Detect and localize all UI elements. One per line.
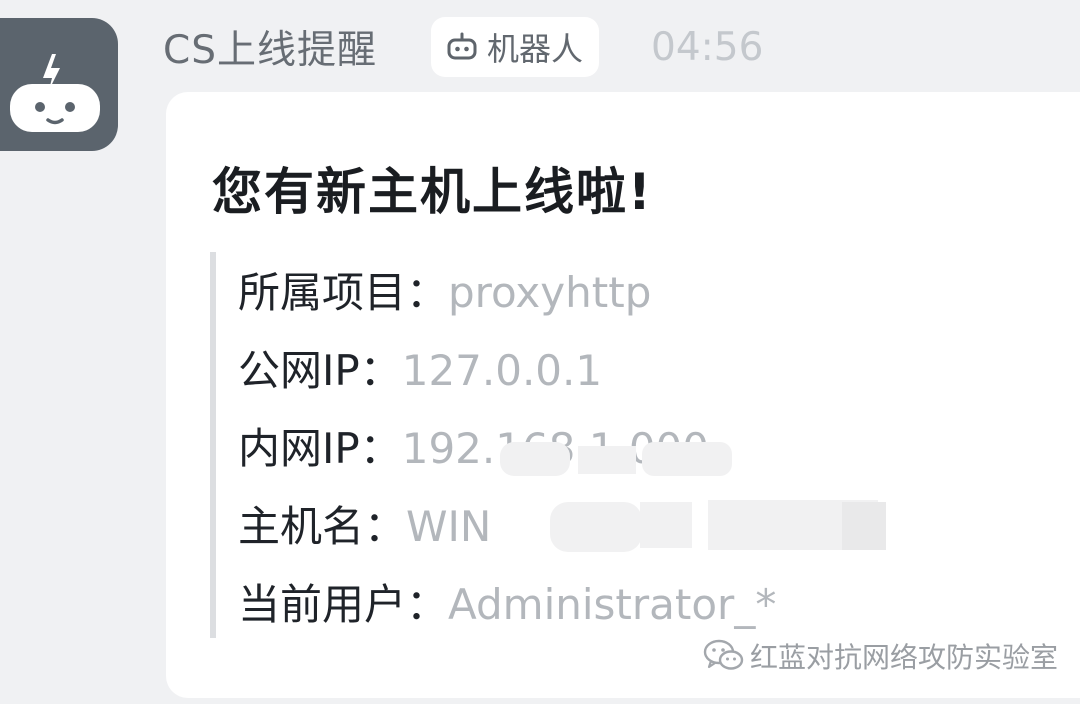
field-row-public-ip: 公网IP： 127.0.0.1 (238, 332, 776, 410)
field-value: Administrator_* (448, 580, 777, 629)
field-label: 内网IP： (238, 424, 402, 473)
field-label: 公网IP： (238, 346, 402, 395)
robot-icon (447, 32, 477, 60)
field-row-hostname: 主机名： WIN (238, 488, 776, 566)
message-card[interactable]: 您有新主机上线啦! 所属项目： proxyhttp 公网IP： 127.0.0.… (166, 92, 1080, 698)
message-time: 04:56 (651, 24, 764, 70)
field-value: proxyhttp (448, 268, 652, 317)
redaction-block (640, 502, 692, 548)
quote-bar (210, 252, 216, 638)
sender-name[interactable]: CS上线提醒 (163, 19, 377, 75)
redaction-block (550, 502, 642, 552)
watermark-text: 红蓝对抗网络攻防实验室 (750, 641, 1059, 674)
card-title: 您有新主机上线啦! (212, 163, 653, 221)
field-label: 所属项目： (238, 268, 449, 317)
bot-tag-label: 机器人 (487, 30, 584, 68)
field-value: WIN (406, 502, 492, 551)
field-label: 当前用户： (238, 580, 449, 629)
bot-tag: 机器人 (431, 17, 600, 77)
redaction-block (842, 502, 886, 550)
redaction-block (642, 442, 732, 476)
field-row-project: 所属项目： proxyhttp (238, 254, 776, 332)
field-label: 主机名： (238, 502, 407, 551)
avatar[interactable] (0, 18, 118, 151)
redaction-block (500, 442, 570, 476)
field-row-current-user: 当前用户： Administrator_* (238, 566, 776, 644)
redaction-block (578, 446, 636, 474)
message-header: CS上线提醒 机器人 04:56 (163, 14, 763, 80)
robot-avatar-icon (10, 54, 100, 132)
field-value: 127.0.0.1 (401, 346, 603, 395)
wechat-icon (703, 639, 744, 670)
watermark: 红蓝对抗网络攻防实验室 (702, 636, 1058, 676)
